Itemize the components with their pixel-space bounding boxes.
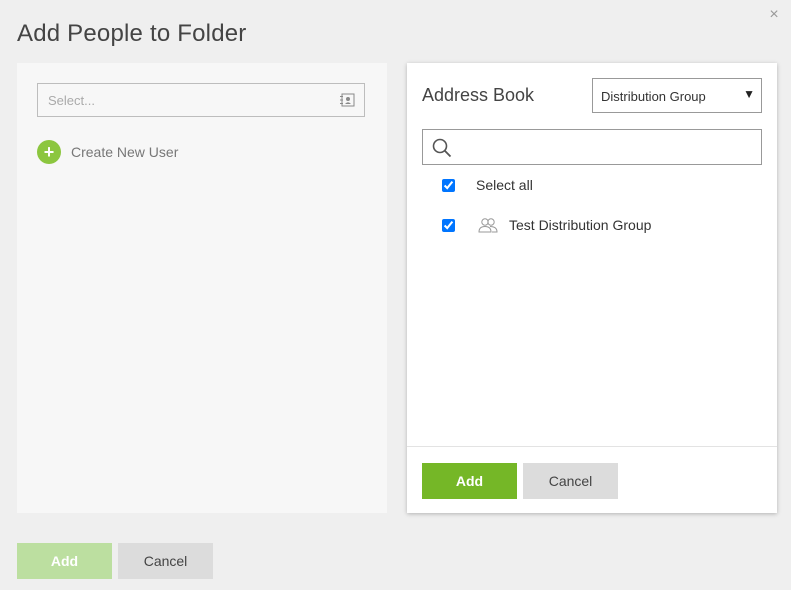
address-book-search-box[interactable] bbox=[422, 129, 762, 166]
cancel-button[interactable]: Cancel bbox=[118, 543, 213, 579]
address-book-footer: Add Cancel bbox=[407, 446, 777, 514]
select-all-row[interactable]: Select all bbox=[442, 177, 533, 193]
address-book-panel: Address Book Distribution Group ▼ Select… bbox=[407, 63, 777, 513]
group-icon bbox=[478, 218, 498, 233]
create-new-user-label: Create New User bbox=[71, 144, 179, 160]
address-book-title: Address Book bbox=[422, 85, 535, 105]
people-select-field[interactable] bbox=[37, 83, 365, 117]
dropdown-arrow-icon: ▼ bbox=[743, 87, 755, 101]
close-icon[interactable]: × bbox=[765, 6, 783, 24]
dialog-title: Add People to Folder bbox=[17, 20, 247, 47]
list-item[interactable]: Test Distribution Group bbox=[442, 217, 651, 233]
people-select-input[interactable] bbox=[38, 84, 328, 116]
add-people-dialog: Add People to Folder × + Create New User… bbox=[0, 0, 791, 590]
dropdown-selected-value: Distribution Group bbox=[601, 89, 706, 104]
select-all-checkbox[interactable] bbox=[442, 178, 455, 192]
address-book-search-input[interactable] bbox=[457, 130, 761, 166]
select-all-label: Select all bbox=[476, 177, 533, 193]
add-button[interactable]: Add bbox=[17, 543, 112, 579]
plus-circle-icon: + bbox=[37, 140, 61, 164]
search-icon bbox=[432, 138, 452, 158]
address-book-add-button[interactable]: Add bbox=[422, 463, 517, 499]
people-selection-panel: + Create New User bbox=[17, 63, 387, 513]
item-checkbox[interactable] bbox=[442, 218, 455, 232]
address-book-icon[interactable] bbox=[339, 93, 355, 107]
item-label: Test Distribution Group bbox=[509, 217, 652, 233]
address-book-type-dropdown[interactable]: Distribution Group ▼ bbox=[592, 78, 762, 113]
create-new-user-link[interactable]: + Create New User bbox=[37, 140, 178, 164]
address-book-cancel-button[interactable]: Cancel bbox=[523, 463, 618, 499]
